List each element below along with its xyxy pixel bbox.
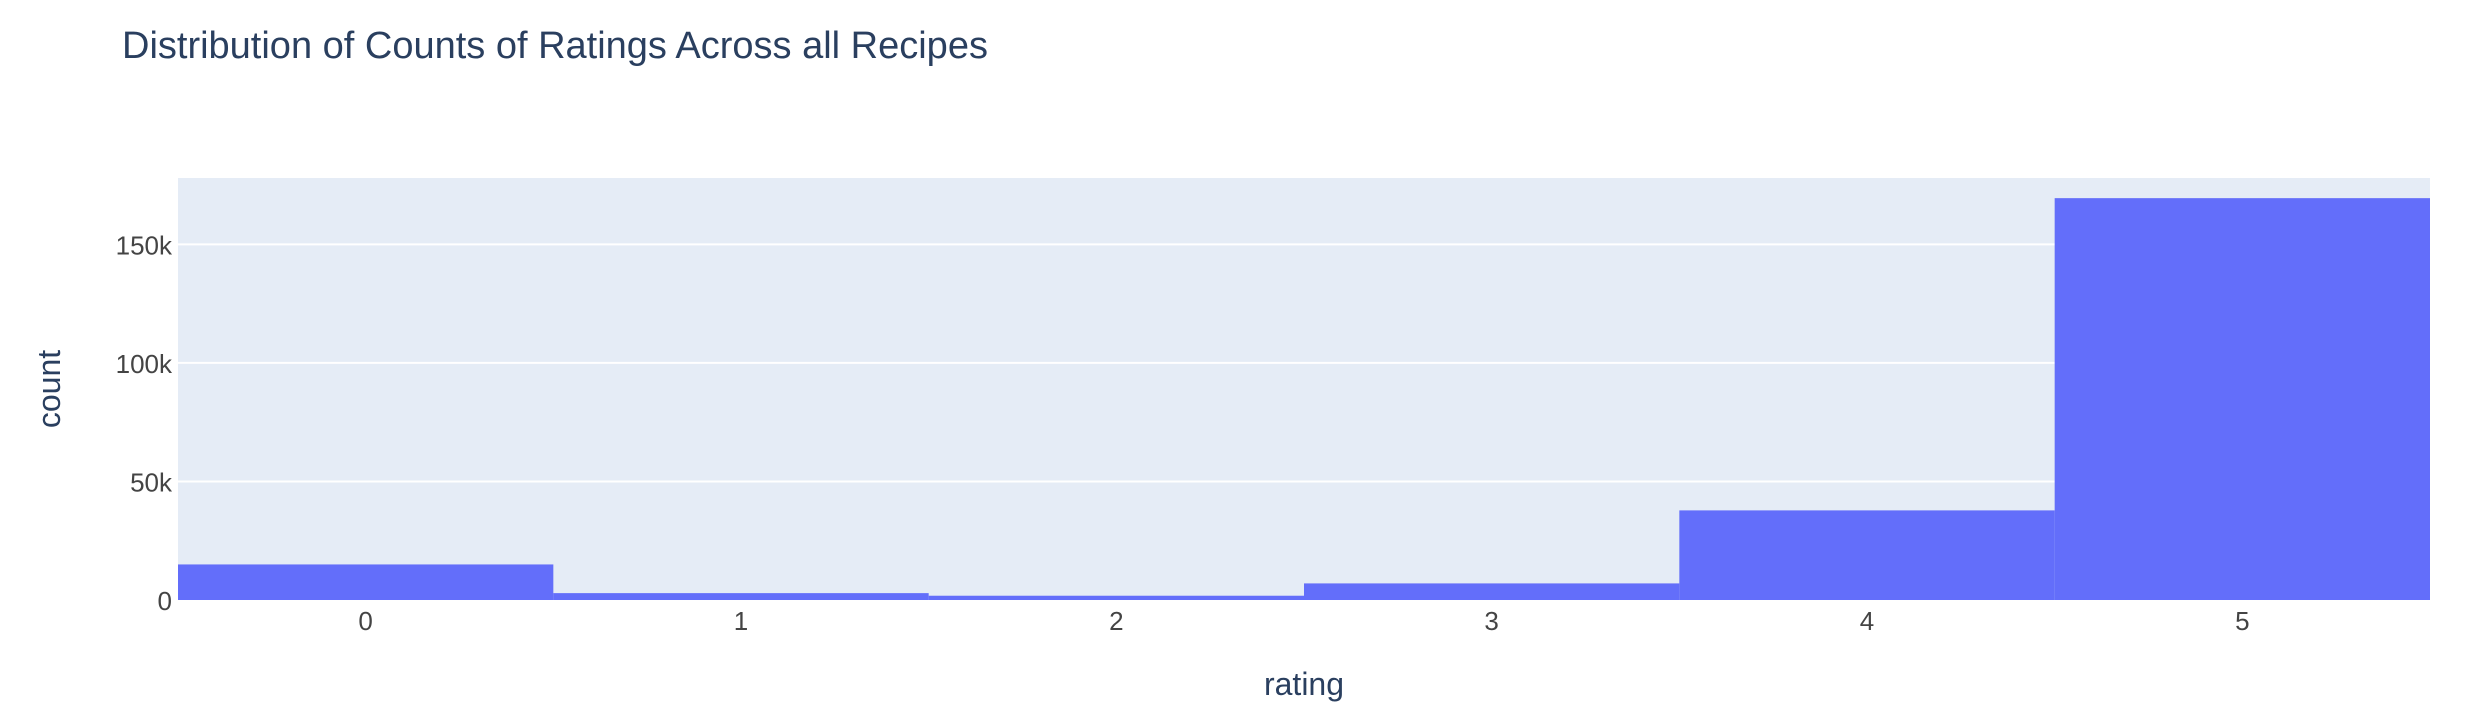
bar-rating-5[interactable] bbox=[2054, 198, 2430, 601]
x-tick-label: 4 bbox=[1860, 606, 1874, 636]
y-tick-label: 0 bbox=[158, 586, 172, 616]
y-tick-label: 50k bbox=[130, 467, 173, 497]
x-axis-label: rating bbox=[1264, 666, 1344, 702]
x-tick-label: 2 bbox=[1109, 606, 1123, 636]
bar-rating-2[interactable] bbox=[928, 595, 1304, 600]
x-tick-label: 3 bbox=[1484, 606, 1498, 636]
bar-rating-4[interactable] bbox=[1679, 510, 2055, 600]
y-tick-label: 100k bbox=[116, 349, 173, 379]
y-axis-ticks: 0 50k 100k 150k bbox=[116, 230, 173, 616]
x-tick-label: 1 bbox=[734, 606, 748, 636]
bar-rating-1[interactable] bbox=[553, 593, 929, 600]
bar-rating-3[interactable] bbox=[1304, 583, 1680, 600]
bar-rating-0[interactable] bbox=[178, 564, 554, 600]
x-tick-label: 0 bbox=[358, 606, 372, 636]
chart-title: Distribution of Counts of Ratings Across… bbox=[122, 25, 988, 67]
chart-container: Distribution of Counts of Ratings Across… bbox=[0, 0, 2478, 716]
histogram-chart: Distribution of Counts of Ratings Across… bbox=[31, 25, 2430, 702]
y-tick-label: 150k bbox=[116, 230, 173, 260]
x-axis-ticks: 0 1 2 3 4 5 bbox=[358, 606, 2249, 636]
y-axis-label: count bbox=[31, 350, 67, 428]
x-tick-label: 5 bbox=[2235, 606, 2249, 636]
